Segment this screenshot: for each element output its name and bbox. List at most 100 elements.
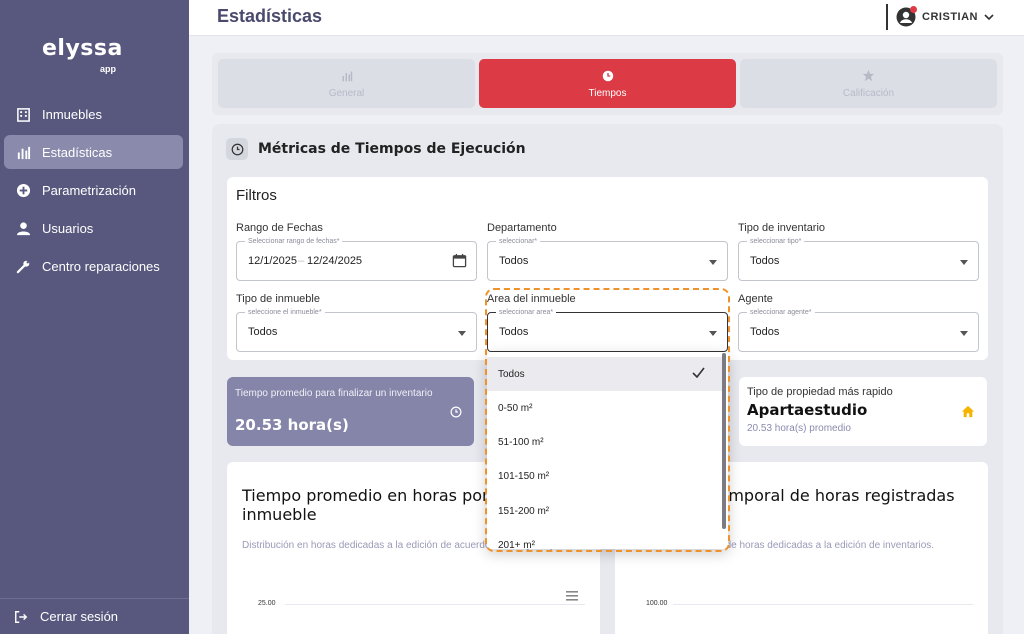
- filters-title: Filtros: [236, 187, 277, 204]
- dropdown-option[interactable]: 0-50 m²: [487, 391, 723, 425]
- dropdown-scrollbar[interactable]: [722, 353, 726, 529]
- sidebar-item-label: Parametrización: [42, 182, 136, 198]
- option-label: 51-100 m²: [498, 436, 544, 448]
- check-icon: [692, 367, 705, 381]
- sidebar-item-label: Centro reparaciones: [42, 258, 160, 274]
- sidebar-item-usuarios[interactable]: Usuarios: [4, 211, 183, 245]
- date-range-label: Rango de Fechas: [236, 222, 323, 234]
- fastest-type-label: Tipo de propiedad más rapido: [747, 386, 893, 398]
- date-range-start[interactable]: 12/1/2025: [248, 255, 297, 267]
- menu-icon[interactable]: [566, 588, 578, 606]
- logout-icon: [12, 608, 30, 626]
- tipo-inmueble-label: Tipo de inmueble: [236, 293, 320, 305]
- tab-label: General: [328, 87, 365, 99]
- agente-select[interactable]: seleccionar agente* Todos: [738, 308, 979, 352]
- filters-card: Filtros Rango de Fechas Seleccionar rang…: [227, 177, 988, 360]
- sidebar-item-label: Usuarios: [42, 220, 94, 236]
- user-name: CRISTIAN: [922, 11, 978, 23]
- home-icon: [961, 405, 975, 423]
- option-label: 151-200 m²: [498, 505, 550, 517]
- dropdown-option[interactable]: 201+ m²: [487, 528, 723, 550]
- fastest-type-sub: 20.53 hora(s) promedio: [747, 423, 851, 434]
- bar-chart-icon: [341, 69, 353, 83]
- area-inmueble-select[interactable]: seleccionar area* Todos: [487, 308, 728, 352]
- sidebar-item-label: Inmuebles: [42, 106, 102, 122]
- agente-value: Todos: [750, 326, 780, 338]
- y-tick-label: 100.00: [646, 600, 668, 607]
- option-label: Todos: [498, 368, 525, 380]
- tipo-inventario-select[interactable]: seleccionar tipo* Todos: [738, 237, 979, 281]
- option-label: 201+ m²: [498, 539, 535, 550]
- sidebar-item-parametrizacion[interactable]: Parametrización: [4, 173, 183, 207]
- fastest-type-value: Apartaestudio: [747, 401, 868, 419]
- page-title: Estadísticas: [217, 6, 323, 26]
- clock-icon: [226, 138, 248, 160]
- departamento-legend: seleccionar*: [496, 237, 541, 246]
- calendar-icon[interactable]: [452, 253, 467, 273]
- caret-down-icon: [709, 260, 717, 265]
- departamento-value: Todos: [499, 255, 529, 267]
- chevron-down-icon: [984, 8, 994, 26]
- dropdown-option[interactable]: 101-150 m²: [487, 459, 723, 493]
- logo-subtext: app: [100, 64, 117, 74]
- building-icon: [14, 105, 32, 123]
- tipo-inmueble-legend: seleccione el inmueble*: [245, 308, 325, 317]
- top-header: Estadísticas CRISTIAN: [189, 0, 1024, 36]
- star-icon: [862, 69, 875, 83]
- avg-time-card: Tiempo promedio para finalizar un invent…: [227, 377, 474, 446]
- gridline: [285, 604, 585, 605]
- clock-icon: [602, 69, 614, 83]
- dropdown-option[interactable]: 51-100 m²: [487, 425, 723, 459]
- caret-down-icon: [960, 260, 968, 265]
- plus-circle-icon: [14, 181, 32, 199]
- area-inmueble-label: Area del inmueble: [487, 293, 576, 305]
- agente-legend: seleccionar agente*: [747, 308, 815, 317]
- sidebar: elyssa app Inmuebles Estadísticas Parame…: [0, 0, 189, 634]
- tab-label: Tiempos: [588, 87, 627, 99]
- tipo-inventario-label: Tipo de inventario: [738, 222, 826, 234]
- sidebar-item-inmuebles[interactable]: Inmuebles: [4, 97, 183, 131]
- tipo-inmueble-value: Todos: [248, 326, 278, 338]
- logout-button[interactable]: Cerrar sesión: [0, 598, 189, 634]
- y-tick-label: 25.00: [258, 600, 276, 607]
- tipo-inventario-legend: seleccionar tipo*: [747, 237, 805, 246]
- caret-down-icon: [709, 331, 717, 336]
- avg-time-value: 20.53 hora(s): [235, 416, 349, 434]
- caret-down-icon: [960, 331, 968, 336]
- app-logo[interactable]: elyssa app: [42, 36, 122, 76]
- tipo-inmueble-select[interactable]: seleccione el inmueble* Todos: [236, 308, 477, 352]
- date-range-end[interactable]: 12/24/2025: [307, 255, 362, 267]
- gridline: [673, 604, 973, 605]
- logo-text: elyssa: [42, 36, 123, 61]
- date-range-field[interactable]: Seleccionar rango de fechas* 12/1/2025 –…: [236, 237, 477, 281]
- tab-tiempos[interactable]: Tiempos: [479, 59, 736, 108]
- notification-dot: [910, 6, 918, 13]
- sidebar-item-centro-reparaciones[interactable]: Centro reparaciones: [4, 249, 183, 283]
- date-range-legend: Seleccionar rango de fechas*: [245, 237, 343, 246]
- option-label: 0-50 m²: [498, 402, 533, 414]
- logout-label: Cerrar sesión: [40, 609, 119, 624]
- tipo-inventario-value: Todos: [750, 255, 780, 267]
- section-header: Métricas de Tiempos de Ejecución: [226, 138, 526, 160]
- departamento-label: Departamento: [487, 222, 557, 234]
- area-inmueble-value: Todos: [499, 326, 529, 338]
- caret-down-icon: [458, 331, 466, 336]
- stats-tabs: General Tiempos Calificación: [212, 53, 1003, 115]
- user-menu[interactable]: CRISTIAN: [886, 4, 994, 30]
- tab-general[interactable]: General: [218, 59, 475, 108]
- departamento-select[interactable]: seleccionar* Todos: [487, 237, 728, 281]
- avatar: [896, 6, 918, 27]
- dropdown-option[interactable]: Todos: [487, 357, 723, 391]
- area-inmueble-legend: seleccionar area*: [496, 308, 557, 317]
- clock-icon: [450, 405, 462, 423]
- tab-calificacion[interactable]: Calificación: [740, 59, 997, 108]
- area-dropdown-menu: Todos 0-50 m² 51-100 m² 101-150 m² 151-2…: [487, 352, 728, 549]
- tab-label: Calificación: [842, 87, 895, 99]
- fastest-type-card: Tipo de propiedad más rapido Apartaestud…: [739, 377, 987, 446]
- avg-time-label: Tiempo promedio para finalizar un invent…: [235, 388, 433, 399]
- bar-chart-icon: [14, 143, 32, 161]
- dropdown-option[interactable]: 151-200 m²: [487, 494, 723, 528]
- sidebar-item-label: Estadísticas: [42, 144, 113, 160]
- agente-label: Agente: [738, 293, 773, 305]
- sidebar-item-estadisticas[interactable]: Estadísticas: [4, 135, 183, 169]
